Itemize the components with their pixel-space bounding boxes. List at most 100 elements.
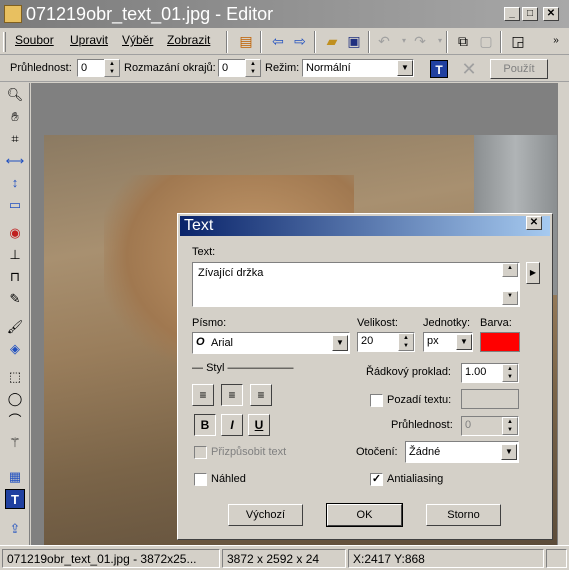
blur-spinner[interactable]: ▲ ▼ [245, 59, 261, 77]
separator [368, 31, 370, 53]
expand-arrow-icon[interactable]: ▶ [526, 262, 540, 284]
toolbox: 🔍︎ ✋︎ ⌗ ⟷ ↕ ▭ ◉ ⊥ ⊓ ✎ 🖌︎ ◈ ⬚ ◯ ⌒ ⚚ ▦ T ⇪ [0, 83, 30, 545]
copy-icon[interactable]: ⧉ [453, 31, 473, 51]
menu-vyber[interactable]: Výběr [122, 33, 153, 47]
align-left-icon[interactable]: ≡ [192, 384, 214, 406]
lasso-icon[interactable]: ⌒ [5, 411, 25, 431]
apply-button[interactable]: Použít [490, 59, 548, 79]
text-tool-icon[interactable]: T [430, 60, 448, 78]
title-bar: 071219obr_text_01.jpg - Editor _ □ ✕ [0, 0, 569, 28]
menu-soubor[interactable]: Soubor [15, 33, 54, 47]
font-select[interactable]: Arial [192, 332, 350, 354]
text-tool-icon[interactable]: T [5, 489, 25, 509]
back-arrow-icon[interactable]: ⇦ [268, 31, 288, 51]
blur-label: Rozmazání okrajů: [124, 62, 216, 74]
line-spacing-label: Řádkový proklad: [366, 366, 451, 378]
chevron-down-icon[interactable]: ▼ [397, 60, 413, 76]
line-spacing-spinner[interactable]: ▲ ▼ [502, 364, 518, 382]
crop-icon[interactable]: ⌗ [5, 129, 25, 149]
color-swatch[interactable] [480, 332, 520, 352]
opentype-icon: O [196, 336, 205, 348]
size-spinner[interactable]: ▲ ▼ [398, 333, 414, 351]
underline-button[interactable]: U [248, 414, 270, 436]
bold-button[interactable]: B [194, 414, 216, 436]
ok-button[interactable]: OK [326, 503, 403, 527]
size-label: Velikost: [357, 317, 398, 329]
magic-wand-icon[interactable]: ⚚ [5, 433, 25, 453]
chevron-down-icon[interactable]: ▼ [332, 335, 348, 351]
default-button[interactable]: Výchozí [228, 504, 303, 526]
window-title: 071219obr_text_01.jpg - Editor [26, 4, 274, 24]
color-label: Barva: [480, 317, 512, 329]
grip [3, 32, 6, 52]
app-icon [4, 5, 22, 23]
separator [314, 31, 316, 53]
retouch-icon[interactable]: ✎ [5, 289, 25, 309]
paste-icon[interactable]: ▢ [476, 31, 496, 51]
options-bar: Průhlednost: 0 ▲ ▼ Rozmazání okrajů: 0 ▲ ▼… [0, 56, 569, 82]
font-label: Písmo: [192, 317, 227, 329]
open-image-icon[interactable]: ▤ [236, 31, 256, 51]
text-label: Text: [192, 246, 216, 258]
red-eye-icon[interactable]: ◉ [5, 223, 25, 243]
text-input[interactable]: Zívající držka [192, 262, 520, 307]
scroll-up-icon[interactable]: ▲ [502, 263, 518, 277]
cancel-icon[interactable]: ✕ [460, 59, 478, 79]
separator [260, 31, 262, 53]
status-file: 071219obr_text_01.jpg - 3872x25... [2, 549, 220, 568]
opacity-input[interactable]: 0 [77, 59, 105, 77]
menu-bar: Soubor Upravit Výběr Zobrazit ▤ ⇦ ⇨ ▰ ▣ … [0, 28, 569, 55]
fit-text-checkbox[interactable] [194, 446, 207, 459]
status-coords: X:2417 Y:868 [348, 549, 544, 568]
rect-select-icon[interactable]: ⬚ [5, 367, 25, 387]
dialog-close-button[interactable]: ✕ [526, 216, 542, 230]
bg-opacity-spinner[interactable]: ▲ ▼ [502, 417, 518, 435]
resize-icon[interactable]: ▭ [5, 195, 25, 215]
status-dimensions: 3872 x 2592 x 24 [222, 549, 346, 568]
units-label: Jednotky: [423, 317, 471, 329]
opacity-label: Průhlednost: [10, 62, 72, 74]
resize-horizontal-icon[interactable]: ⟷ [5, 151, 25, 171]
fill-icon[interactable]: ◈ [5, 339, 25, 359]
separator [226, 31, 228, 53]
preview-checkbox[interactable] [194, 473, 207, 486]
minimize-button[interactable]: _ [504, 7, 520, 21]
background-checkbox[interactable] [370, 394, 383, 407]
align-right-icon[interactable]: ≡ [250, 384, 272, 406]
forward-arrow-icon[interactable]: ⇨ [290, 31, 310, 51]
fit-text-label: Přizpůsobit text [211, 446, 287, 458]
resize-grip[interactable] [546, 549, 567, 568]
undo-icon[interactable]: ↶ [374, 31, 394, 51]
brush-icon[interactable]: 🖌︎ [5, 317, 25, 337]
vertical-scrollbar[interactable] [557, 83, 569, 545]
blur-input[interactable]: 0 [218, 59, 246, 77]
layers-icon[interactable]: ◲ [508, 31, 528, 51]
open-folder-icon[interactable]: ▰ [322, 31, 342, 51]
save-icon[interactable]: ▣ [344, 31, 364, 51]
italic-button[interactable]: I [221, 414, 243, 436]
close-button[interactable]: ✕ [543, 7, 559, 21]
hand-icon[interactable]: ✋︎ [5, 107, 25, 127]
opacity-spinner[interactable]: ▲ ▼ [104, 59, 120, 77]
clone-icon[interactable]: ⊓ [5, 267, 25, 287]
ellipse-select-icon[interactable]: ◯ [5, 389, 25, 409]
menu-zobrazit[interactable]: Zobrazit [167, 33, 210, 47]
chevron-down-icon[interactable]: ▼ [456, 334, 472, 350]
maximize-button[interactable]: □ [522, 7, 538, 21]
redo-icon[interactable]: ↷ [410, 31, 430, 51]
cancel-button[interactable]: Storno [426, 504, 501, 526]
chevron-down-icon[interactable]: ▼ [501, 444, 517, 460]
preview-label: Náhled [211, 473, 246, 485]
stamp-icon[interactable]: ⊥ [5, 245, 25, 265]
export-icon[interactable]: ⇪ [5, 519, 25, 539]
resize-vertical-icon[interactable]: ↕ [5, 173, 25, 193]
zoom-icon[interactable]: 🔍︎ [5, 85, 25, 105]
antialias-checkbox[interactable]: ✓ [370, 473, 383, 486]
watermark-icon[interactable]: ▦ [5, 467, 25, 487]
align-center-icon[interactable]: ≡ [221, 384, 243, 406]
toolbar-overflow-icon[interactable]: » [546, 31, 566, 51]
scroll-down-icon[interactable]: ▼ [502, 291, 518, 305]
menu-upravit[interactable]: Upravit [70, 33, 108, 47]
background-color-swatch[interactable] [461, 389, 519, 409]
status-bar: 071219obr_text_01.jpg - 3872x25... 3872 … [0, 545, 569, 570]
